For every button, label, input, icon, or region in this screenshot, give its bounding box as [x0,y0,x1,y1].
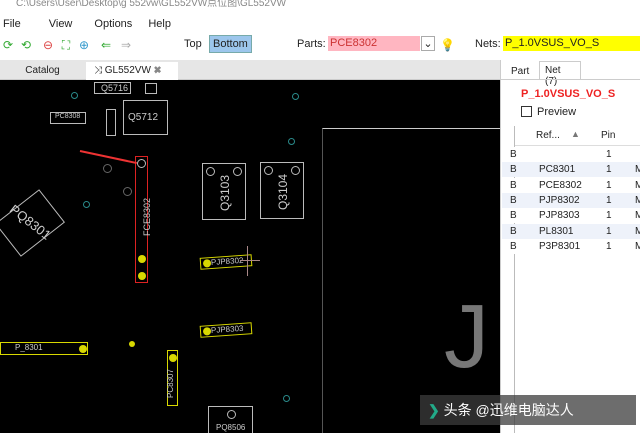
part-label: PQ8506 [216,423,246,432]
nets-label: Nets: [475,38,501,50]
parts-input[interactable]: PCE8302 [328,36,420,51]
cell-pin: 1 [606,240,612,252]
tab-label: GL552VW [104,65,151,76]
watermark-chevron-icon: ❯ [428,402,444,418]
cell-side: B [510,240,517,252]
tab-gl552vw[interactable]: ⤨ GL552VW ✖ [86,62,178,80]
cell-ref: PL8301 [539,225,574,237]
menu-options[interactable]: Options [80,15,140,33]
cell-extra: M [635,240,640,252]
menu-view[interactable]: View [29,15,81,33]
cell-pin: 1 [606,149,612,160]
close-tab-icon[interactable]: ✖ [151,65,162,76]
table-row[interactable]: B PJP8302 1 M [502,192,640,208]
zoom-in-icon[interactable]: ⊕ [78,39,90,51]
cell-ref: PJP8302 [539,194,580,206]
part-label: Q3104 [276,173,291,211]
cell-pin: 1 [606,210,612,222]
back-arrow-icon[interactable]: ⇐ [100,39,112,51]
menu-bar: File View Options Help [0,15,640,33]
net-name: P_1.0VSUS_VO_S [521,88,616,100]
nets-input[interactable]: P_1.0VSUS_VO_S [503,36,640,51]
parts-label: Parts: [297,38,326,50]
table-row[interactable]: B1 [502,147,640,162]
board-letter: J [444,287,489,387]
board-outline [322,128,500,433]
part-outline [106,109,116,136]
preview-checkbox[interactable] [521,106,532,117]
board-icon: ⤨ [94,65,105,76]
lightbulb-icon[interactable]: 💡 [440,39,455,51]
tab-net[interactable]: Net (7) [539,61,581,87]
cell-pin: 1 [606,225,612,237]
cell-side: B [510,179,517,191]
document-tabs: Catalog ⤨ GL552VW ✖ [0,60,505,80]
side-panel: Part Net (7) P_1.0VSUS_VO_S Preview Ref.… [500,60,640,433]
reload-icon[interactable]: ⟲ [20,39,32,51]
part-outline [145,83,157,94]
fit-icon[interactable]: ⛶ [60,39,72,51]
cell-side: B [510,194,517,206]
highlighted-part-fce8302[interactable]: FCE8302 [135,156,152,283]
column-header-pin[interactable]: Pin [601,130,615,141]
cell-side: B [510,210,517,222]
preview-label: Preview [537,106,577,118]
part-label: PC8307 [165,369,175,398]
tab-catalog[interactable]: Catalog [0,62,85,80]
cell-pin: 1 [606,164,612,176]
table-row[interactable]: B PC8301 1 M [502,162,640,178]
cell-ref: PC8301 [539,164,576,176]
cell-extra: M [635,194,640,206]
part-label: PQ8301 [6,201,54,243]
forward-arrow-icon[interactable]: ⇒ [120,39,132,51]
part-label: P_8301 [15,343,43,352]
part-label: PJP8303 [210,323,244,336]
sort-ascending-icon: ▲ [571,129,580,139]
part-label: Q3103 [218,174,233,212]
table-row[interactable]: B PL8301 1 M [502,223,640,239]
cell-ref: PCE8302 [539,179,582,191]
cell-ref: P3P8301 [539,240,581,252]
cell-extra: M [635,164,640,176]
watermark: ❯ 头条 @迅维电脑达人 [420,395,636,425]
table-row[interactable]: B PJP8303 1 M [502,208,640,224]
part-label: Q5712 [128,112,159,123]
part-label: Q5716 [101,83,129,93]
red-arrow-annotation [79,150,137,165]
part-label: PC8308 [55,113,81,120]
net-table: Ref... ▲ Pin B 1 B PC8301 1 M B PCE8302 1 M B PJP83… [502,126,640,433]
pcb-board-view[interactable]: Q5716 PC8308 Q5712 PQ8301 FCE8302 Q3103 … [0,80,500,433]
menu-file[interactable]: File [0,15,29,33]
cell-side: B [510,164,517,176]
window-title: C:\Users\User\Desktop\g 552vw\GL552VW点位图… [0,0,640,14]
cell-side: B [510,149,517,160]
parts-dropdown-chevron-icon[interactable]: ⌄ [421,36,435,51]
cell-extra: M [635,210,640,222]
part-label: PJP8302 [210,255,244,268]
bottom-layer-button[interactable]: Bottom [209,35,252,53]
column-header-ref[interactable]: Ref... [536,130,560,141]
menu-help[interactable]: Help [140,15,179,33]
cell-pin: 1 [606,194,612,206]
tab-part[interactable]: Part [511,66,529,77]
zoom-out-icon[interactable]: ⊖ [42,39,54,51]
top-layer-button[interactable]: Top [184,38,202,50]
cell-side: B [510,225,517,237]
cell-ref: PJP8303 [539,210,580,222]
toolbar: ⟳ ⟲ ⊖ ⛶ ⊕ ⇐ ⇒ Top Bottom Parts: PCE8302 … [0,34,640,56]
part-label: FCE8302 [142,197,153,237]
crosshair-cursor [240,260,260,261]
cell-extra: M [635,179,640,191]
cell-pin: 1 [606,179,612,191]
cell-extra: M [635,225,640,237]
watermark-text: 头条 @迅维电脑达人 [443,402,574,418]
table-row[interactable]: B P3P8301 1 M [502,238,640,254]
refresh-icon[interactable]: ⟳ [2,39,14,51]
table-row[interactable]: B PCE8302 1 M [502,177,640,193]
